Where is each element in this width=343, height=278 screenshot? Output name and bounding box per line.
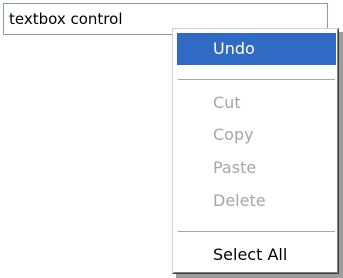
menu-separator: [178, 79, 335, 81]
context-menu-frame: Undo Cut Copy Paste Delete Select All: [173, 29, 338, 273]
textbox-value: textbox control: [9, 10, 123, 28]
menu-item-cut[interactable]: Cut: [177, 87, 336, 119]
menu-item-undo[interactable]: Undo: [177, 33, 336, 65]
screen: textbox control Undo Cut Copy Paste Dele…: [0, 0, 343, 278]
menu-item-delete[interactable]: Delete: [177, 185, 336, 217]
menu-item-copy[interactable]: Copy: [177, 119, 336, 151]
menu-item-select-all[interactable]: Select All: [177, 239, 336, 271]
menu-item-paste[interactable]: Paste: [177, 152, 336, 184]
context-menu: Undo Cut Copy Paste Delete Select All: [172, 28, 339, 274]
menu-separator: [178, 231, 335, 233]
